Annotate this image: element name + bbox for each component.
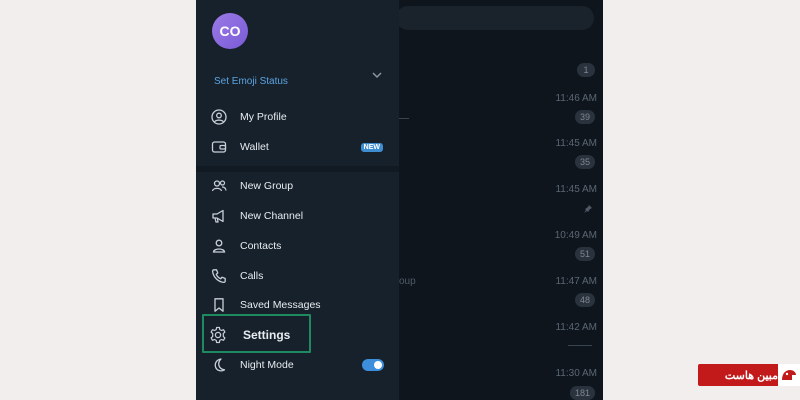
bookmark-icon xyxy=(214,298,224,312)
toggle-knob xyxy=(374,361,382,369)
chat-time: 11:46 AM xyxy=(555,93,597,104)
chat-time: 11:45 AM xyxy=(555,138,597,149)
search-bar[interactable] xyxy=(396,6,594,30)
chat-snippet-line xyxy=(399,118,409,119)
set-emoji-status-link[interactable]: Set Emoji Status xyxy=(214,76,288,87)
menu-item-label: Contacts xyxy=(240,240,282,252)
new-badge: NEW xyxy=(360,142,383,152)
chat-snippet-line xyxy=(568,345,592,346)
menu-item-new-channel[interactable]: New Channel xyxy=(196,201,399,231)
menu-item-label: New Group xyxy=(240,180,294,192)
unread-badge: 1 xyxy=(577,63,595,77)
menu-item-wallet[interactable]: Wallet NEW xyxy=(196,132,399,162)
megaphone-icon xyxy=(212,209,224,223)
chat-time: 10:49 AM xyxy=(554,230,597,241)
unread-badge: 51 xyxy=(574,247,595,261)
unread-badge: 48 xyxy=(574,293,595,307)
logo-mark-icon xyxy=(778,364,800,386)
chat-snippet: oup xyxy=(399,276,416,287)
menu-item-contacts[interactable]: Contacts xyxy=(196,231,399,261)
menu-item-my-profile[interactable]: My Profile xyxy=(196,102,399,132)
menu-item-label: Saved Messages xyxy=(240,299,321,311)
menu-item-label: Night Mode xyxy=(240,359,294,371)
night-mode-toggle[interactable] xyxy=(362,359,384,371)
settings-highlight-box xyxy=(202,314,311,353)
unread-badge: 181 xyxy=(569,386,595,400)
unread-badge: 39 xyxy=(574,110,595,124)
moon-icon xyxy=(214,358,226,372)
group-icon xyxy=(211,180,227,192)
avatar[interactable]: CO xyxy=(212,13,248,49)
chat-time: 11:30 AM xyxy=(555,368,597,379)
watermark-text: مبین هاست xyxy=(724,369,778,382)
menu-item-label: New Channel xyxy=(240,210,304,222)
unread-badge: 35 xyxy=(574,155,595,169)
user-circle-icon xyxy=(211,109,227,125)
telegram-window: 1 11:46 AM 39 11:45 AM 35 11:45 AM 10:49… xyxy=(196,0,603,400)
menu-item-new-group[interactable]: New Group xyxy=(196,171,399,201)
wallet-icon xyxy=(211,141,227,153)
chevron-down-icon[interactable] xyxy=(371,70,383,80)
menu-item-label: My Profile xyxy=(240,111,287,123)
chat-time: 11:45 AM xyxy=(555,184,597,195)
menu-item-label: Calls xyxy=(240,270,264,282)
menu-item-label: Wallet xyxy=(240,141,269,153)
pin-icon xyxy=(584,205,592,213)
chat-time: 11:47 AM xyxy=(555,276,597,287)
person-icon xyxy=(212,239,226,253)
avatar-initials: CO xyxy=(219,23,241,39)
menu-item-calls[interactable]: Calls xyxy=(196,261,399,291)
watermark-logo: مبین هاست xyxy=(698,364,800,386)
chat-time: 11:42 AM xyxy=(555,322,597,333)
side-drawer: CO Set Emoji Status My Profile Wallet NE… xyxy=(196,0,399,400)
phone-icon xyxy=(211,269,226,284)
